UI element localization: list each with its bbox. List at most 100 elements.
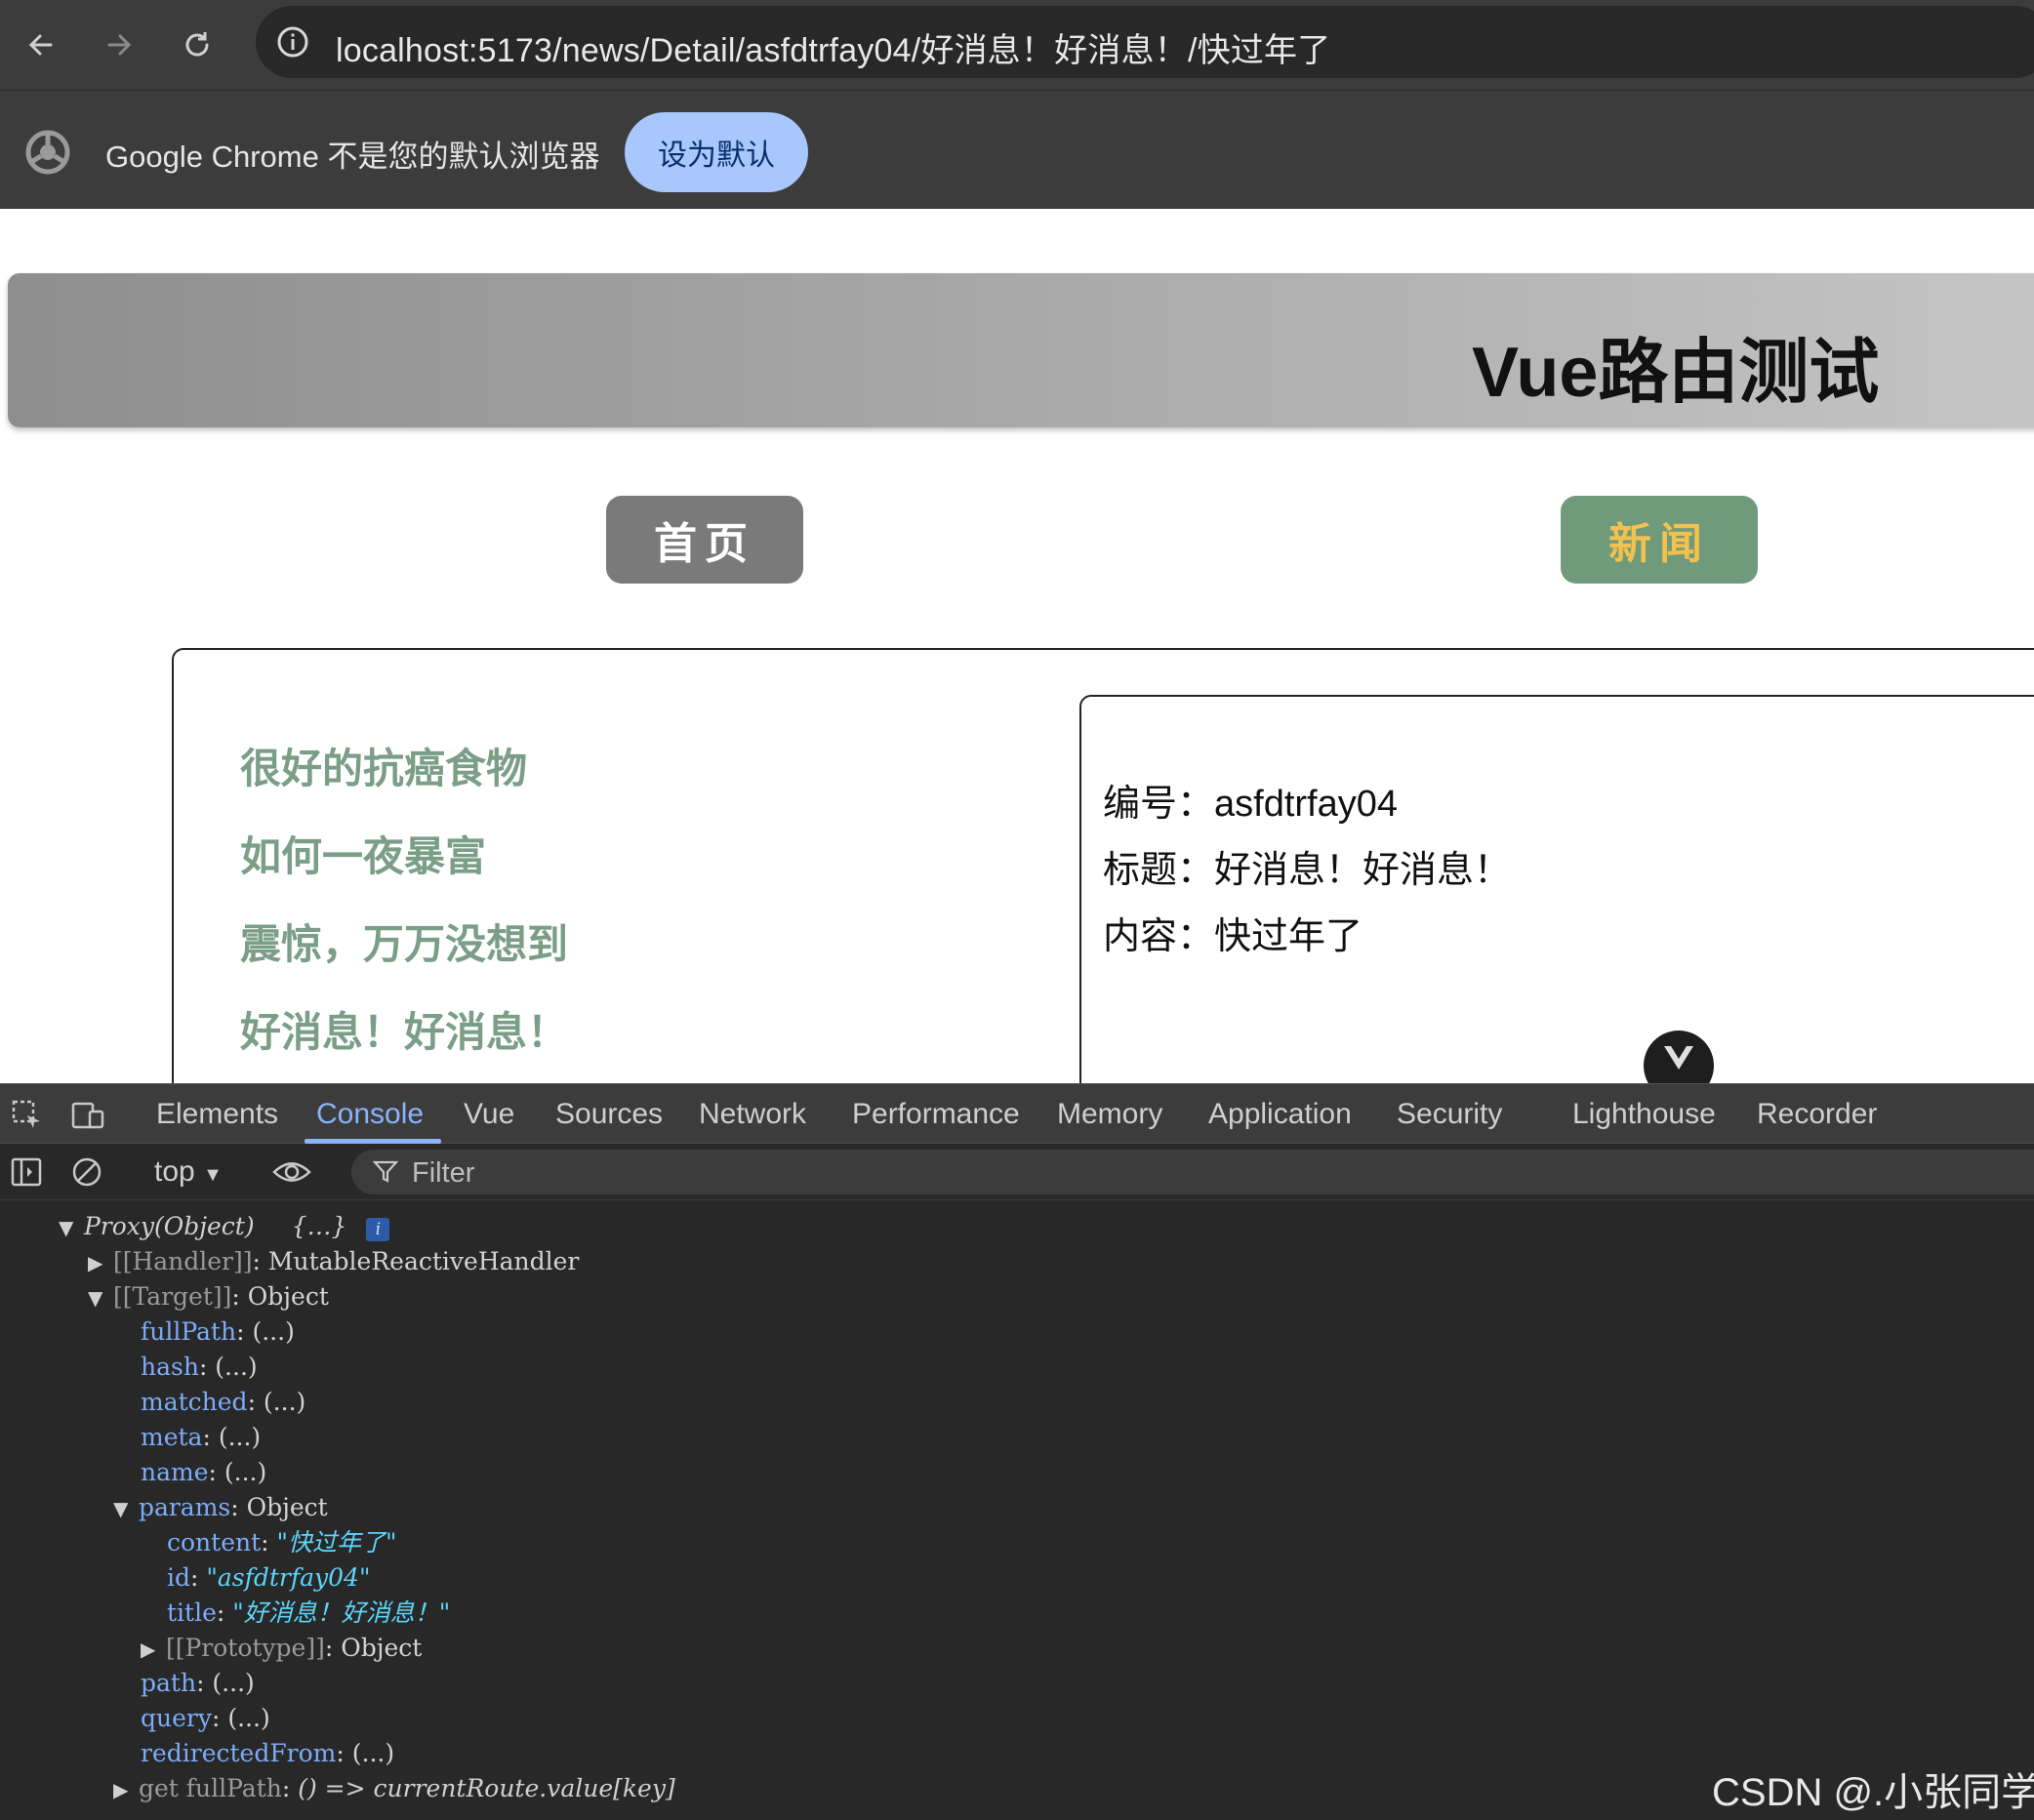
back-arrow-icon <box>28 34 53 56</box>
prop-key: meta <box>141 1423 203 1451</box>
set-default-button[interactable]: 设为默认 <box>625 112 808 192</box>
target-value: : Object <box>231 1282 329 1311</box>
console-prop-row[interactable]: name: (...) <box>141 1456 266 1489</box>
console-row-target[interactable]: ▼ [[Target]]: Object <box>88 1280 329 1314</box>
getter-key: get fullPath <box>138 1774 282 1802</box>
site-info-icon[interactable] <box>273 22 312 61</box>
info-icon[interactable]: i <box>366 1218 390 1241</box>
prop-value: : (...) <box>196 1669 255 1697</box>
forward-button[interactable] <box>92 18 146 72</box>
tab-lighthouse[interactable]: Lighthouse <box>1572 1098 1716 1131</box>
tab-security[interactable]: Security <box>1397 1098 1502 1131</box>
expanded-triangle-icon: ▼ <box>113 1497 129 1520</box>
param-value: "asfdtrfay04" <box>206 1563 371 1592</box>
console-prop-row[interactable]: path: (...) <box>141 1667 255 1700</box>
console-prop-row[interactable]: meta: (...) <box>141 1421 261 1454</box>
sidebar-toggle-icon[interactable] <box>10 1155 43 1189</box>
proxy-label: Proxy(Object) <box>83 1212 255 1240</box>
device-toolbar-icon[interactable] <box>70 1098 105 1133</box>
prop-value: : (...) <box>208 1458 267 1486</box>
vue-logo-icon <box>1664 1046 1693 1070</box>
expanded-triangle-icon: ▼ <box>88 1286 103 1310</box>
console-param-row[interactable]: content: "快过年了" <box>167 1526 397 1559</box>
tab-recorder[interactable]: Recorder <box>1757 1098 1877 1131</box>
param-value: "快过年了" <box>276 1528 397 1557</box>
chrome-logo-icon <box>25 130 70 175</box>
context-selector[interactable]: top ▼ <box>154 1155 223 1189</box>
news-link[interactable]: 好消息！好消息！ <box>240 999 568 1083</box>
detail-title: 标题：好消息！好消息！ <box>1103 850 1512 891</box>
console-filter-input[interactable]: Filter <box>351 1150 2034 1194</box>
console-prop-row[interactable]: query: (...) <box>141 1702 270 1735</box>
news-link[interactable]: 震惊，万万没想到 <box>240 911 568 999</box>
reload-icon <box>185 32 209 57</box>
param-value: "好消息！好消息！" <box>232 1598 451 1627</box>
context-label: top <box>154 1155 195 1188</box>
detail-id: 编号：asfdtrfay04 <box>1103 784 1398 825</box>
news-link[interactable]: 如何一夜暴富 <box>240 824 568 911</box>
chevron-down-icon: ▼ <box>203 1164 223 1186</box>
prop-value: : (...) <box>211 1704 270 1732</box>
tab-performance[interactable]: Performance <box>852 1098 1020 1131</box>
tab-elements[interactable]: Elements <box>156 1098 278 1131</box>
expanded-triangle-icon: ▼ <box>59 1216 74 1239</box>
proxy-preview: {…} <box>291 1212 347 1240</box>
inspect-element-icon[interactable] <box>10 1098 45 1133</box>
tab-console[interactable]: Console <box>316 1098 424 1131</box>
console-prop-row[interactable]: redirectedFrom: (...) <box>141 1737 394 1770</box>
prop-value: : (...) <box>247 1388 306 1416</box>
prop-key: query <box>141 1704 212 1732</box>
tab-network[interactable]: Network <box>699 1098 806 1131</box>
default-browser-infobar: Google Chrome 不是您的默认浏览器 设为默认 <box>0 90 2034 209</box>
param-key: id <box>167 1563 190 1592</box>
prototype-key: [[Prototype]] <box>165 1634 325 1662</box>
param-key: content <box>167 1528 262 1557</box>
console-object-root[interactable]: ▼ Proxy(Object) {…} i <box>59 1210 390 1243</box>
collapsed-triangle-icon: ▶ <box>141 1638 156 1661</box>
prototype-value: : Object <box>324 1634 423 1662</box>
clear-console-icon[interactable] <box>70 1155 103 1189</box>
watermark: CSDN @.小张同学 <box>1712 1771 2034 1814</box>
tab-memory[interactable]: Memory <box>1057 1098 1162 1131</box>
getter-value: () => currentRoute.value[key] <box>298 1774 675 1802</box>
collapsed-triangle-icon: ▶ <box>88 1251 103 1274</box>
console-row-handler[interactable]: ▶ [[Handler]]: MutableReactiveHandler <box>88 1245 579 1278</box>
console-toolbar: top ▼ Filter <box>0 1144 2034 1200</box>
console-prop-row[interactable]: matched: (...) <box>141 1386 305 1419</box>
prop-key: hash <box>141 1353 199 1381</box>
prop-value: : (...) <box>336 1739 395 1767</box>
page-title: Vue路由测试 <box>1472 334 1880 412</box>
nav-home-link[interactable]: 首页 <box>606 496 803 584</box>
devtools-panel: Elements Console Vue Sources Network Per… <box>0 1083 2034 1820</box>
nav-news-link[interactable]: 新闻 <box>1561 496 1758 584</box>
params-value: : Object <box>230 1493 328 1521</box>
forward-arrow-icon <box>107 34 132 56</box>
console-param-row[interactable]: title: "好消息！好消息！" <box>167 1597 450 1630</box>
prop-value: : (...) <box>198 1353 258 1381</box>
tab-application[interactable]: Application <box>1208 1098 1352 1131</box>
prop-value: : (...) <box>236 1317 295 1346</box>
console-row-getter[interactable]: ▶ get fullPath: () => currentRoute.value… <box>113 1772 675 1805</box>
filter-placeholder: Filter <box>412 1157 475 1189</box>
prop-key: matched <box>141 1388 248 1416</box>
tab-vue[interactable]: Vue <box>464 1098 514 1131</box>
infobar-message: Google Chrome 不是您的默认浏览器 <box>105 140 600 174</box>
back-button[interactable] <box>14 18 68 72</box>
params-key: params <box>138 1493 231 1521</box>
console-param-row[interactable]: id: "asfdtrfay04" <box>167 1561 370 1595</box>
collapsed-triangle-icon: ▶ <box>113 1778 129 1801</box>
console-row-prototype[interactable]: ▶ [[Prototype]]: Object <box>141 1632 422 1665</box>
console-row-params[interactable]: ▼ params: Object <box>113 1491 328 1524</box>
console-prop-row[interactable]: hash: (...) <box>141 1351 258 1384</box>
url-field[interactable]: localhost:5173/news/Detail/asfdtrfay04/好… <box>256 6 2034 78</box>
prop-key: name <box>141 1458 209 1486</box>
news-link[interactable]: 很好的抗癌食物 <box>240 736 568 824</box>
prop-key: fullPath <box>141 1317 237 1346</box>
news-detail-panel: 编号：asfdtrfay04 标题：好消息！好消息！ 内容：快过年了 <box>1079 695 2034 1083</box>
prop-key: path <box>141 1669 197 1697</box>
content-panel: 很好的抗癌食物 如何一夜暴富 震惊，万万没想到 好消息！好消息！ 编号：asfd… <box>172 648 2034 1083</box>
live-expression-eye-icon[interactable] <box>271 1155 312 1189</box>
tab-sources[interactable]: Sources <box>555 1098 663 1131</box>
console-prop-row[interactable]: fullPath: (...) <box>141 1315 295 1349</box>
reload-button[interactable] <box>170 18 224 72</box>
